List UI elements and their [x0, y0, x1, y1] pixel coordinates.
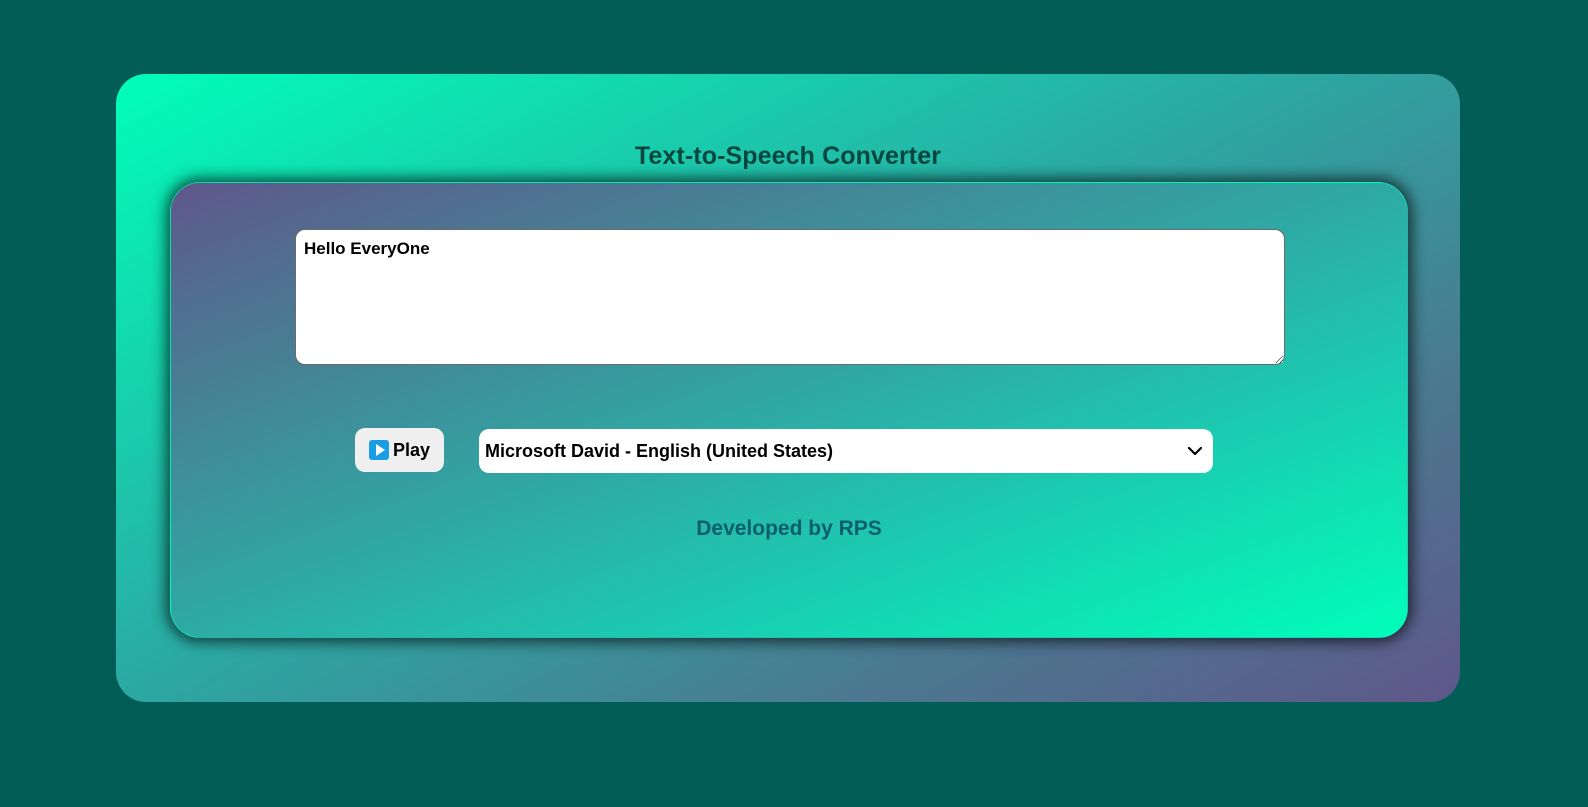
converter-panel: Play Microsoft David - English (United S…: [170, 182, 1408, 638]
play-button[interactable]: Play: [355, 428, 444, 472]
chevron-down-icon: [1187, 446, 1203, 456]
page-title: Text-to-Speech Converter: [634, 142, 942, 170]
voice-select-value: Microsoft David - English (United States…: [485, 440, 834, 461]
play-icon: [368, 440, 389, 460]
speech-text-input[interactable]: [295, 229, 1285, 365]
play-button-label: Play: [392, 439, 431, 460]
developer-credit: Developed by RPS: [696, 517, 882, 540]
outer-card: Text-to-Speech Converter Play Microsoft …: [116, 74, 1460, 702]
voice-select[interactable]: Microsoft David - English (United States…: [479, 429, 1213, 473]
